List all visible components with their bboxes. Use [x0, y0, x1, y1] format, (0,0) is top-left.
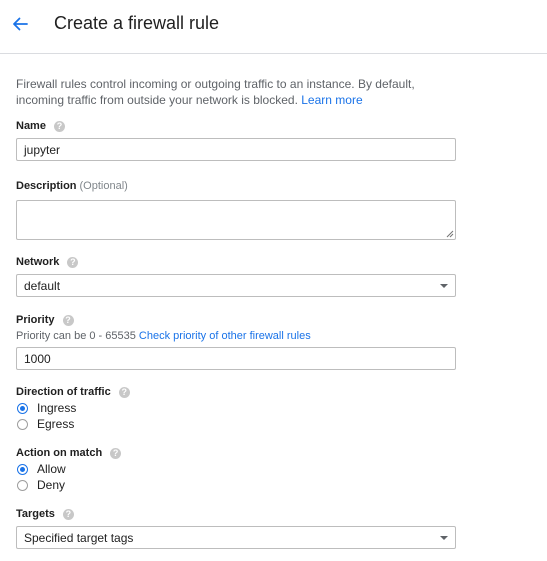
radio-label: Allow [37, 462, 66, 476]
intro-section: Firewall rules control incoming or outgo… [16, 76, 456, 118]
radio-ingress[interactable]: Ingress [16, 400, 130, 416]
targets-selected-value: Specified target tags [24, 531, 134, 545]
targets-label-row: Targets ? [16, 506, 456, 522]
priority-label: Priority [16, 314, 55, 326]
intro-text: Firewall rules control incoming or outgo… [16, 76, 456, 108]
radio-deny[interactable]: Deny [16, 477, 121, 493]
priority-input[interactable]: 1000 [16, 347, 456, 370]
radio-label: Ingress [37, 401, 77, 415]
page-title: Create a firewall rule [54, 13, 220, 33]
priority-field-group: Priority ? Priority can be 0 - 65535 Che… [16, 312, 456, 370]
name-label: Name [16, 120, 46, 132]
direction-field-group: Direction of traffic ? Ingress Egress [16, 384, 130, 432]
description-label: Description [16, 180, 77, 192]
name-label-row: Name ? [16, 118, 456, 134]
radio-label: Deny [37, 478, 66, 492]
help-icon[interactable]: ? [62, 508, 74, 520]
priority-hint: Priority can be 0 - 65535 Check priority… [16, 329, 456, 343]
action-field-group: Action on match ? Allow Deny [16, 445, 122, 493]
action-label: Action on match [16, 447, 103, 459]
help-icon[interactable]: ? [53, 120, 65, 132]
direction-label: Direction of traffic [16, 386, 111, 398]
radio-allow[interactable]: Allow [16, 461, 121, 477]
action-label-row: Action on match ? [16, 445, 122, 461]
name-input[interactable]: jupyter [16, 138, 456, 161]
help-icon[interactable]: ? [62, 314, 74, 326]
network-label-row: Network ? [16, 254, 456, 270]
description-label-row: Description (Optional) [16, 178, 456, 194]
chevron-down-icon [440, 536, 448, 540]
learn-more-link[interactable]: Learn more [301, 93, 362, 107]
network-selected-value: default [24, 279, 61, 293]
description-textarea[interactable] [16, 200, 456, 240]
targets-select[interactable]: Specified target tags [16, 526, 456, 549]
help-icon[interactable]: ? [118, 386, 130, 398]
direction-label-row: Direction of traffic ? [16, 384, 130, 400]
targets-label: Targets [16, 508, 55, 520]
chevron-down-icon [440, 284, 448, 288]
priority-label-row: Priority ? [16, 312, 456, 328]
page-header: Create a firewall rule [0, 0, 547, 54]
check-priority-link[interactable]: Check priority of other firewall rules [139, 330, 311, 342]
optional-label: (Optional) [79, 180, 128, 192]
radio-button-checked[interactable] [17, 402, 28, 414]
network-label: Network [16, 256, 60, 268]
resize-handle-icon[interactable] [446, 230, 454, 238]
description-field-group: Description (Optional) [16, 178, 456, 240]
name-field-group: Name ? jupyter [16, 118, 456, 161]
radio-label: Egress [37, 417, 75, 431]
radio-egress[interactable]: Egress [16, 416, 130, 432]
arrow-left-icon[interactable] [10, 14, 30, 34]
priority-hint-text: Priority can be 0 - 65535 [16, 330, 136, 342]
radio-button-checked[interactable] [17, 463, 28, 475]
targets-field-group: Targets ? Specified target tags [16, 506, 456, 549]
radio-button[interactable] [17, 418, 28, 430]
network-field-group: Network ? default [16, 254, 456, 297]
network-select[interactable]: default [16, 274, 456, 297]
radio-button[interactable] [17, 479, 28, 491]
help-icon[interactable]: ? [67, 256, 79, 268]
help-icon[interactable]: ? [110, 447, 122, 459]
